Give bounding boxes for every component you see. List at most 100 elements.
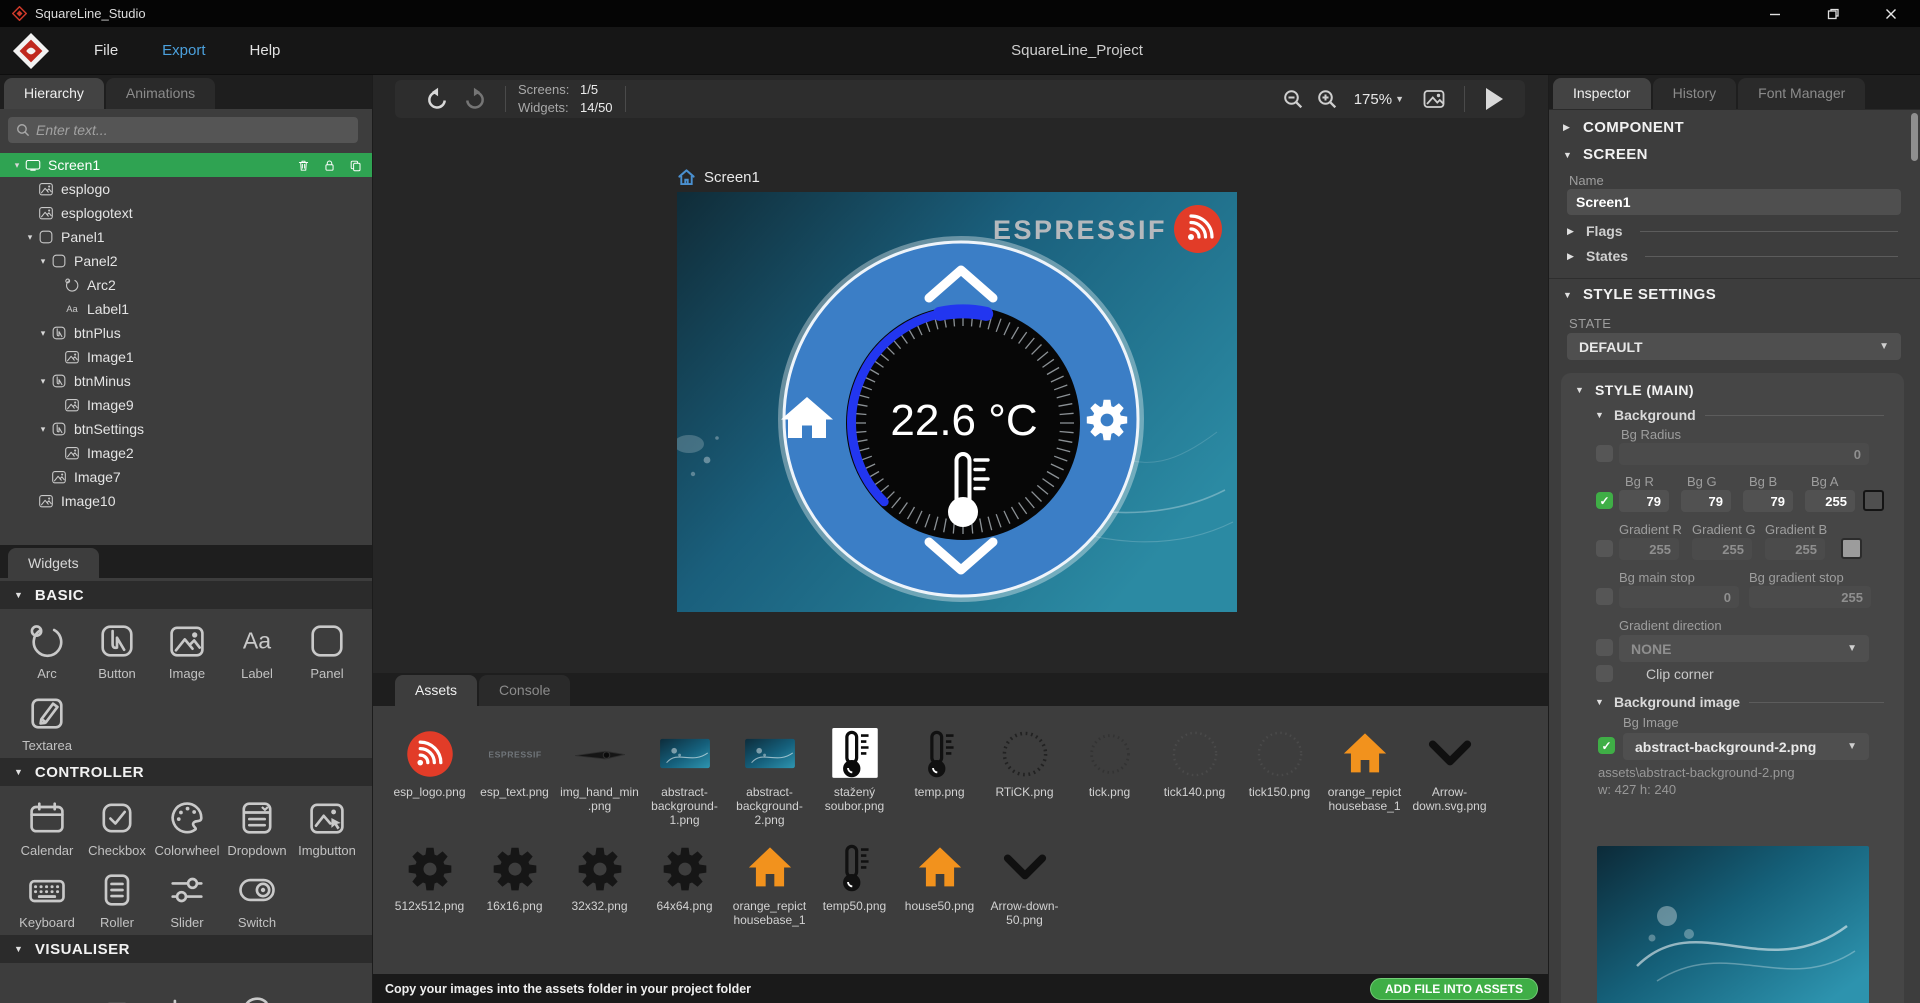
gradient-r-input[interactable]: 255 — [1619, 538, 1679, 560]
bg-a-input[interactable]: 255 — [1805, 490, 1855, 512]
widget-bar[interactable] — [82, 965, 152, 1003]
section-style-settings[interactable]: ▼ STYLE SETTINGS — [1563, 286, 1716, 303]
tab-font-manager[interactable]: Font Manager — [1738, 78, 1865, 109]
asset-orange_repict-housebase_1[interactable]: orange_repict housebase_1 — [727, 836, 812, 950]
bg-image-checkbox[interactable]: ✓ — [1598, 737, 1615, 754]
lock-icon[interactable] — [322, 158, 337, 173]
state-dropdown[interactable]: DEFAULT▼ — [1567, 333, 1901, 360]
widget-calendar[interactable]: Calendar — [12, 788, 82, 860]
gradient-g-input[interactable]: 255 — [1692, 538, 1752, 560]
asset-512x512.png[interactable]: 512x512.png — [387, 836, 472, 950]
asset-temp50.png[interactable]: temp50.png — [812, 836, 897, 950]
background-fold[interactable]: ▼ Background — [1595, 407, 1884, 423]
background-image-fold[interactable]: ▼ Background image — [1595, 694, 1884, 710]
bg-radius-checkbox[interactable] — [1596, 445, 1613, 462]
minimize-button[interactable] — [1746, 0, 1804, 27]
gradient-direction-checkbox[interactable] — [1596, 639, 1613, 656]
hierarchy-item-btnsettings[interactable]: ▾btnSettings — [0, 417, 372, 441]
gradient-checkbox[interactable] — [1596, 540, 1613, 557]
widget-section-visualiser[interactable]: ▼VISUALISER — [0, 935, 372, 963]
zoom-caret-icon[interactable]: ▼ — [1395, 94, 1404, 104]
widget-button[interactable]: Button — [82, 611, 152, 683]
widget-checkbox[interactable]: Checkbox — [82, 788, 152, 860]
asset-arrow-down.svg.png[interactable]: Arrow-down.svg.png — [1407, 722, 1492, 836]
widget-section-basic[interactable]: ▼BASIC — [0, 581, 372, 609]
section-style-main[interactable]: ▼ STYLE (MAIN) — [1575, 382, 1694, 398]
add-file-button[interactable]: ADD FILE INTO ASSETS — [1370, 978, 1538, 1000]
widget-switch[interactable]: Switch — [222, 860, 292, 932]
hierarchy-item-image9[interactable]: Image9 — [0, 393, 372, 417]
bg-image-dropdown[interactable]: abstract-background-2.png▼ — [1623, 733, 1869, 760]
undo-icon[interactable] — [425, 87, 450, 112]
expand-arrow-icon[interactable]: ▾ — [23, 232, 37, 243]
hierarchy-item-image1[interactable]: Image1 — [0, 345, 372, 369]
hierarchy-item-esplogo[interactable]: esplogo — [0, 177, 372, 201]
inspector-scrollbar[interactable] — [1911, 113, 1918, 161]
widget-keyboard[interactable]: Keyboard — [12, 860, 82, 932]
bg-color-checkbox[interactable]: ✓ — [1596, 492, 1613, 509]
bg-r-input[interactable]: 79 — [1619, 490, 1669, 512]
play-button[interactable] — [1483, 86, 1505, 112]
trash-icon[interactable] — [296, 158, 311, 173]
gradient-direction-dropdown[interactable]: NONE▼ — [1619, 635, 1869, 662]
hierarchy-item-image7[interactable]: Image7 — [0, 465, 372, 489]
asset-img_hand_min.png[interactable]: img_hand_min.png — [557, 722, 642, 836]
widget-slider[interactable]: Slider — [152, 860, 222, 932]
expand-arrow-icon[interactable]: ▾ — [36, 256, 50, 267]
tab-hierarchy[interactable]: Hierarchy — [4, 78, 104, 109]
widget-textarea[interactable]: Textarea — [12, 683, 82, 755]
close-button[interactable] — [1862, 0, 1920, 27]
tab-assets[interactable]: Assets — [395, 675, 477, 706]
canvas-screen-label[interactable]: Screen1 — [677, 168, 760, 186]
widget-roller[interactable]: Roller — [82, 860, 152, 932]
asset-house50.png[interactable]: house50.png — [897, 836, 982, 950]
widget-dropdown[interactable]: Dropdown — [222, 788, 292, 860]
asset-orange_repict-housebase_1[interactable]: orange_repict housebase_1 — [1322, 722, 1407, 836]
gradient-color-swatch[interactable] — [1841, 538, 1862, 559]
hierarchy-item-screen1[interactable]: ▾Screen1 — [0, 153, 372, 177]
menu-help[interactable]: Help — [250, 42, 281, 59]
widget-image[interactable]: Image — [152, 611, 222, 683]
bg-g-input[interactable]: 79 — [1681, 490, 1731, 512]
asset-64x64.png[interactable]: 64x64.png — [642, 836, 727, 950]
widget-imgbutton[interactable]: Imgbutton — [292, 788, 362, 860]
expand-arrow-icon[interactable]: ▾ — [36, 328, 50, 339]
asset-tick150.png[interactable]: tick150.png — [1237, 722, 1322, 836]
asset-tick140.png[interactable]: tick140.png — [1152, 722, 1237, 836]
widget-label[interactable]: AaLabel — [222, 611, 292, 683]
clip-corner-checkbox[interactable] — [1596, 665, 1613, 682]
bg-gradient-stop-input[interactable]: 255 — [1749, 586, 1871, 608]
bg-color-swatch[interactable] — [1863, 490, 1884, 511]
tab-inspector[interactable]: Inspector — [1553, 78, 1651, 109]
asset-32x32.png[interactable]: 32x32.png — [557, 836, 642, 950]
section-component[interactable]: ▶ COMPONENT — [1563, 119, 1684, 136]
asset-temp.png[interactable]: temp.png — [897, 722, 982, 836]
widget-section-controller[interactable]: ▼CONTROLLER — [0, 758, 372, 786]
asset-rtick.png[interactable]: RTiCK.png — [982, 722, 1067, 836]
asset-abstract-background-2.png[interactable]: abstract-background-2.png — [727, 722, 812, 836]
bg-b-input[interactable]: 79 — [1743, 490, 1793, 512]
tab-animations[interactable]: Animations — [106, 78, 215, 109]
tab-console[interactable]: Console — [479, 675, 570, 706]
menu-file[interactable]: File — [94, 42, 118, 59]
hierarchy-item-esplogotext[interactable]: esplogotext — [0, 201, 372, 225]
maximize-button[interactable] — [1804, 0, 1862, 27]
widget-spinner[interactable] — [222, 965, 292, 1003]
bg-radius-input[interactable]: 0 — [1619, 443, 1869, 465]
bg-main-stop-input[interactable]: 0 — [1619, 586, 1739, 608]
copy-icon[interactable] — [348, 158, 363, 173]
expand-arrow-icon[interactable]: ▾ — [36, 424, 50, 435]
hierarchy-item-label1[interactable]: AaLabel1 — [0, 297, 372, 321]
hierarchy-item-arc2[interactable]: Arc2 — [0, 273, 372, 297]
section-screen[interactable]: ▼ SCREEN — [1563, 146, 1648, 163]
hierarchy-item-btnminus[interactable]: ▾btnMinus — [0, 369, 372, 393]
redo-icon[interactable] — [462, 87, 487, 112]
zoom-level[interactable]: 175% — [1354, 91, 1392, 108]
asset-esp_text.png[interactable]: ESPRESSIFesp_text.png — [472, 722, 557, 836]
widget-colorwheel[interactable]: Colorwheel — [152, 788, 222, 860]
flags-fold[interactable]: ▶ Flags — [1567, 223, 1898, 239]
stops-checkbox[interactable] — [1596, 588, 1613, 605]
search-input[interactable] — [36, 122, 358, 138]
asset-abstract-background-1.png[interactable]: abstract-background-1.png — [642, 722, 727, 836]
states-fold[interactable]: ▶ States — [1567, 248, 1898, 264]
